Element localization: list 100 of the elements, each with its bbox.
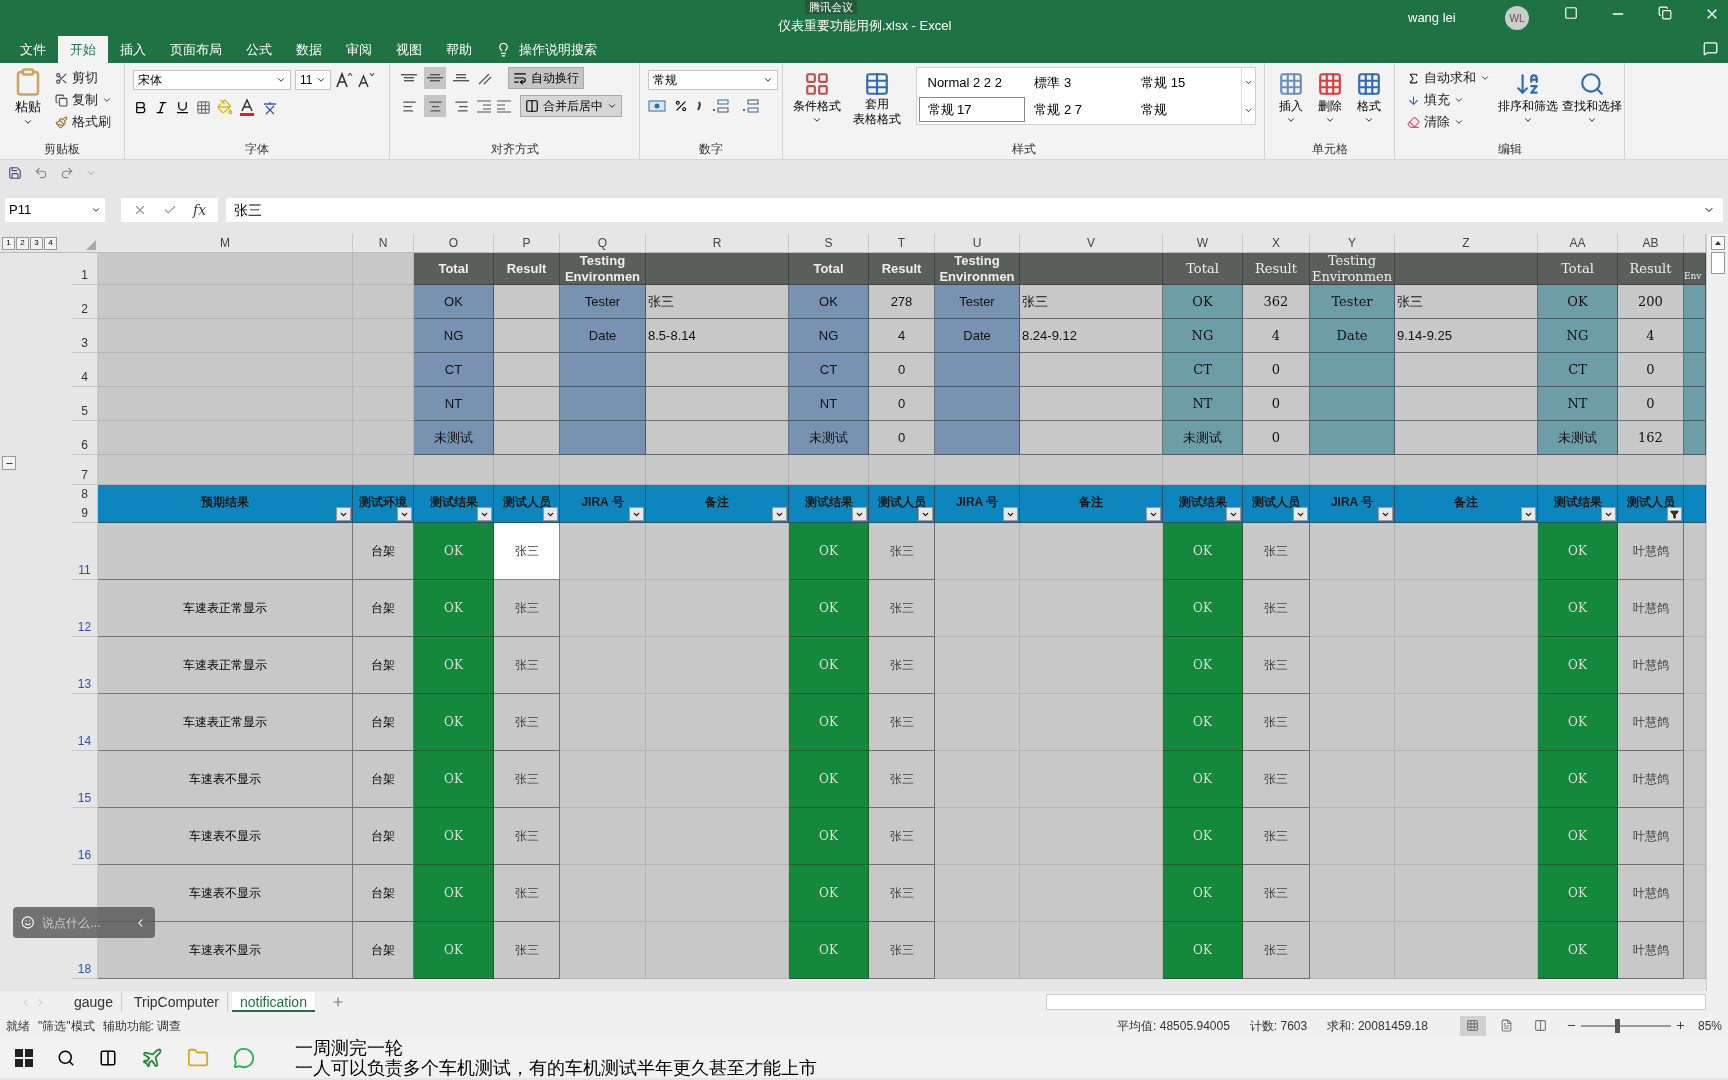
cell-style-item[interactable]: 常规	[1132, 97, 1239, 122]
sheet-tab[interactable]: gauge	[66, 992, 122, 1012]
tell-me-search[interactable]: 操作说明搜索	[484, 36, 609, 63]
format-painter-button[interactable]: 格式刷	[51, 111, 116, 133]
row-header[interactable]: 1	[72, 253, 98, 285]
column-header[interactable]: N	[378, 234, 388, 252]
filter-button[interactable]	[918, 507, 933, 521]
enter-icon[interactable]	[163, 203, 177, 217]
column-header[interactable]: AB	[1642, 234, 1659, 252]
windows-start-icon[interactable]	[15, 1049, 33, 1067]
zoom-in-icon[interactable]	[1674, 1020, 1686, 1031]
row-header[interactable]: 4	[72, 353, 98, 387]
row-header[interactable]: 14	[72, 694, 98, 751]
column-header[interactable]: Q	[597, 234, 608, 252]
column-header[interactable]: V	[1087, 234, 1095, 252]
currency-icon[interactable]	[648, 99, 666, 113]
column-header[interactable]: Z	[1462, 234, 1470, 252]
row-header[interactable]: 6	[72, 421, 98, 455]
accessibility-status[interactable]: 辅助功能: 调查	[102, 1016, 182, 1035]
decimal-decrease-icon[interactable]	[740, 98, 762, 114]
cell-style-item[interactable]: 常规 15	[1132, 70, 1239, 95]
outline-level-button[interactable]: 1	[2, 236, 15, 250]
filter-button[interactable]	[397, 507, 412, 521]
column-header[interactable]: M	[220, 234, 230, 252]
user-avatar[interactable]: WL	[1505, 6, 1529, 30]
column-header[interactable]: U	[972, 234, 982, 252]
zoom-slider-thumb[interactable]	[1615, 1018, 1621, 1033]
column-header[interactable]: X	[1272, 234, 1280, 252]
ribbon-tab[interactable]: 文件	[8, 36, 58, 63]
cut-button[interactable]: 剪切	[51, 67, 116, 89]
row-header[interactable]: 8	[81, 487, 88, 502]
row-header[interactable]: 13	[72, 637, 98, 694]
filter-button[interactable]	[1521, 507, 1536, 521]
name-box[interactable]: P11	[5, 198, 105, 222]
format-as-table-label[interactable]: 表格格式	[852, 112, 901, 127]
zoom-level[interactable]: 85%	[1697, 1016, 1722, 1035]
comments-icon[interactable]	[1703, 41, 1718, 56]
sort-filter-button[interactable]: 排序和筛选	[1498, 67, 1558, 125]
wrap-text-button[interactable]: 自动换行	[508, 67, 584, 89]
search-icon[interactable]	[57, 1049, 75, 1067]
table-icon[interactable]	[863, 71, 890, 97]
ribbon-tab[interactable]: 视图	[384, 36, 434, 63]
zoom-slider[interactable]	[1580, 1018, 1671, 1033]
outline-level-button[interactable]: 3	[30, 236, 43, 250]
grow-font-icon[interactable]	[335, 71, 353, 89]
underline-icon[interactable]	[175, 99, 190, 115]
italic-icon[interactable]	[154, 99, 169, 115]
copy-button[interactable]: 复制	[51, 89, 116, 111]
number-format-field[interactable]: 常规	[648, 70, 778, 90]
filter-button[interactable]	[1378, 507, 1393, 521]
filter-button[interactable]	[543, 507, 558, 521]
filter-button[interactable]	[1226, 507, 1241, 521]
outline-level-button[interactable]: 4	[44, 236, 57, 250]
scroll-up-icon[interactable]	[1710, 236, 1725, 250]
ribbon-tab[interactable]: 审阅	[334, 36, 384, 63]
plane-app-icon[interactable]	[141, 1047, 163, 1069]
ribbon-tab[interactable]: 插入	[108, 36, 158, 63]
horizontal-scrollbar[interactable]	[1046, 994, 1706, 1010]
task-view-icon[interactable]	[99, 1049, 117, 1067]
filter-button[interactable]	[629, 507, 644, 521]
cell-style-item[interactable]: 常规 2 7	[1025, 97, 1133, 122]
filter-button[interactable]	[1601, 507, 1616, 521]
filter-button[interactable]	[477, 507, 492, 521]
fill-button[interactable]: 填充	[1403, 89, 1494, 111]
insert-cells-button[interactable]: 插入	[1273, 67, 1308, 125]
column-header[interactable]: P	[522, 234, 531, 252]
cancel-icon[interactable]	[133, 203, 147, 217]
clear-button[interactable]: 清除	[1403, 111, 1494, 133]
filter-button[interactable]	[336, 507, 351, 521]
delete-cells-button[interactable]: 删除	[1312, 67, 1347, 125]
collapse-button[interactable]	[2, 456, 16, 470]
column-header[interactable]: R	[712, 234, 722, 252]
restore-icon[interactable]	[1658, 6, 1672, 20]
row-header[interactable]: 16	[72, 808, 98, 865]
filter-button[interactable]	[1146, 507, 1161, 521]
insert-function-button[interactable]: fx	[193, 199, 207, 221]
align-center-button[interactable]	[424, 95, 446, 117]
borders-icon[interactable]	[196, 99, 211, 115]
font-size-field[interactable]: 11	[295, 70, 331, 90]
column-header[interactable]: AA	[1569, 234, 1586, 252]
row-header[interactable]: 7	[72, 455, 98, 485]
ribbon-tab[interactable]: 帮助	[434, 36, 484, 63]
row-header[interactable]: 11	[72, 523, 98, 580]
conditional-formatting-button[interactable]: 条件格式	[791, 67, 843, 125]
bold-icon[interactable]	[133, 99, 148, 115]
format-as-table-label[interactable]: 套用	[864, 97, 889, 112]
shrink-font-icon[interactable]	[357, 71, 375, 89]
comma-icon[interactable]	[696, 100, 702, 112]
filter-button[interactable]	[852, 507, 867, 521]
sheet-tab[interactable]: notification	[232, 992, 315, 1012]
row-header[interactable]: 12	[72, 580, 98, 637]
view-button[interactable]	[1459, 1015, 1486, 1036]
ribbon-tab[interactable]: 数据	[284, 36, 334, 63]
chat-input-toast[interactable]: 说点什么...	[13, 907, 155, 938]
sheet-tab[interactable]: TripComputer	[125, 992, 228, 1012]
row-header[interactable]: 2	[72, 285, 98, 319]
redo-icon[interactable]	[60, 166, 74, 180]
ribbon-display-icon[interactable]	[1564, 6, 1578, 20]
column-header[interactable]: Y	[1348, 234, 1356, 252]
autosum-button[interactable]: 自动求和	[1403, 67, 1494, 89]
